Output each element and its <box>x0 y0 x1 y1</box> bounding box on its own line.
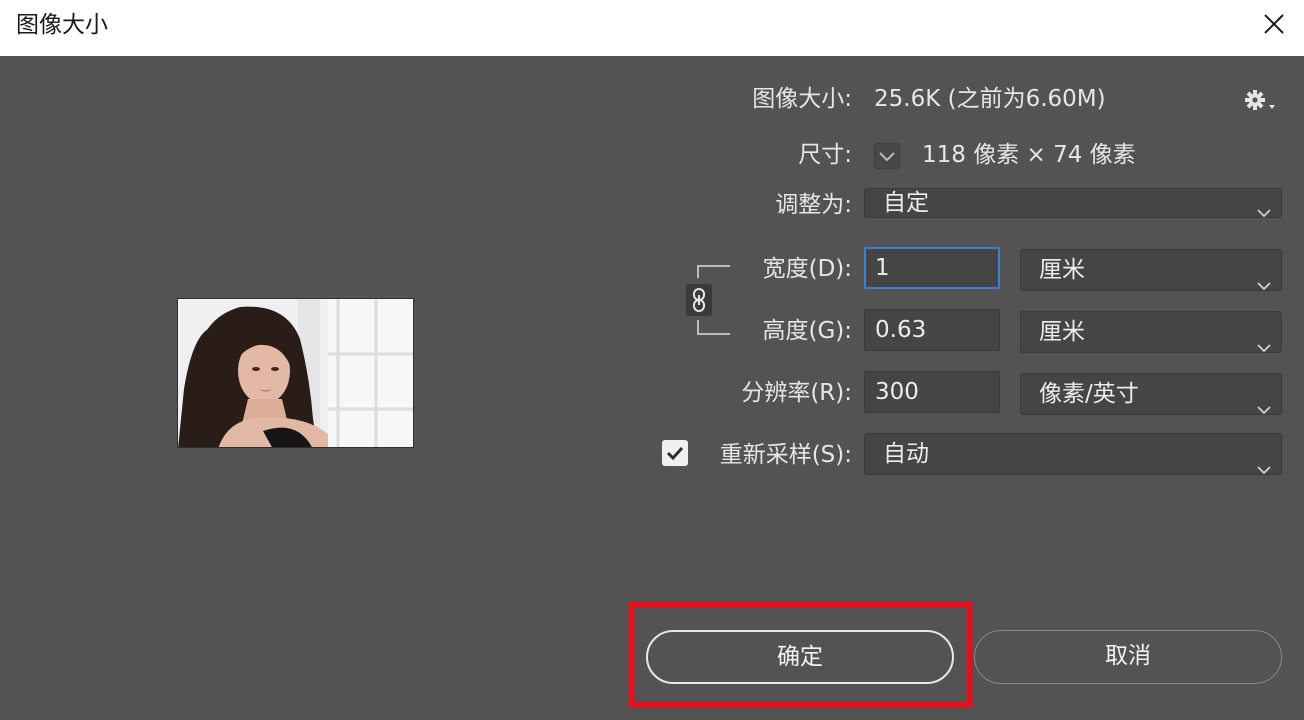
dimensions-toggle[interactable] <box>874 143 900 169</box>
resample-select[interactable]: 自动 <box>864 433 1282 475</box>
height-label: 高度(G): <box>762 318 852 344</box>
chevron-down-icon <box>1257 264 1271 291</box>
height-unit-select[interactable]: 厘米 <box>1020 311 1282 353</box>
resample-value: 自动 <box>883 441 929 467</box>
chain-link-icon[interactable] <box>686 284 712 316</box>
image-size-label: 图像大小: <box>752 86 852 112</box>
fit-to-label: 调整为: <box>775 192 852 218</box>
ok-button-highlight <box>629 602 973 708</box>
resolution-label: 分辨率(R): <box>741 380 852 406</box>
image-preview <box>177 298 414 448</box>
fit-to-select[interactable]: 自定 <box>864 188 1282 218</box>
dialog-title: 图像大小 <box>16 12 108 38</box>
width-unit-select[interactable]: 厘米 <box>1020 249 1282 291</box>
dimensions-label: 尺寸: <box>798 142 852 168</box>
cancel-button[interactable]: 取消 <box>974 630 1282 684</box>
close-icon[interactable] <box>1256 6 1292 42</box>
chevron-down-icon <box>1257 388 1271 415</box>
width-input[interactable]: 1 <box>864 247 1000 289</box>
width-unit-value: 厘米 <box>1039 257 1085 283</box>
resample-label: 重新采样(S): <box>719 442 852 468</box>
fit-to-value: 自定 <box>883 190 929 216</box>
resolution-unit-value: 像素/英寸 <box>1039 381 1139 407</box>
resolution-input[interactable]: 300 <box>864 371 1000 413</box>
image-size-value: 25.6K (之前为6.60M) <box>874 86 1106 112</box>
chevron-down-icon <box>1257 326 1271 353</box>
gear-icon[interactable] <box>1244 88 1280 114</box>
width-label: 宽度(D): <box>762 256 852 282</box>
dimensions-value: 118 像素 × 74 像素 <box>922 142 1136 168</box>
height-input[interactable]: 0.63 <box>864 309 1000 351</box>
height-unit-value: 厘米 <box>1039 319 1085 345</box>
chevron-down-icon <box>1257 197 1271 218</box>
resample-checkbox[interactable] <box>662 440 688 466</box>
chevron-down-icon <box>1257 448 1271 475</box>
resolution-unit-select[interactable]: 像素/英寸 <box>1020 373 1282 415</box>
title-bar: 图像大小 <box>0 0 1304 56</box>
